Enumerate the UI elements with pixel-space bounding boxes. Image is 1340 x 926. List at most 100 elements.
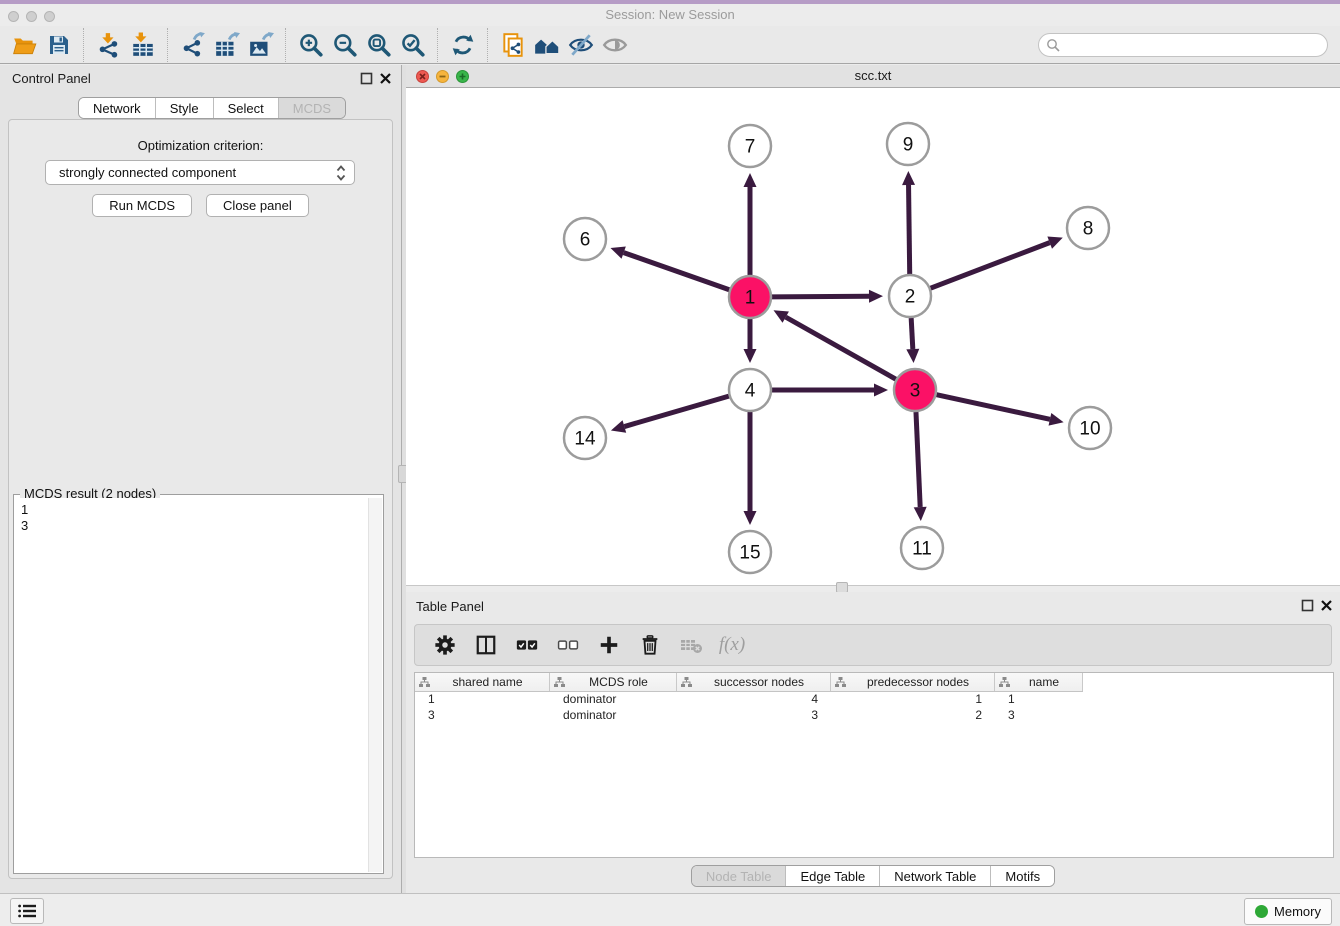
control-panel: Control Panel NetworkStyleSelectMCDS Opt… <box>0 65 401 893</box>
tab-network-table[interactable]: Network Table <box>880 866 991 886</box>
zoom-in-icon[interactable] <box>294 29 328 61</box>
tab-node-table[interactable]: Node Table <box>692 866 787 886</box>
tab-edge-table[interactable]: Edge Table <box>786 866 880 886</box>
criterion-dropdown-value: strongly connected component <box>59 165 236 180</box>
toggle-columns-icon[interactable] <box>474 633 498 657</box>
table-row[interactable]: 1dominator411 <box>415 691 1083 707</box>
column-header-successor-nodes[interactable]: successor nodes <box>677 673 831 691</box>
graph-node-8[interactable]: 8 <box>1067 207 1109 249</box>
edge-2-8[interactable] <box>931 243 1050 289</box>
apply-function-icon[interactable]: f(x) <box>720 633 744 657</box>
zoom-out-icon[interactable] <box>328 29 362 61</box>
deselect-all-icon[interactable] <box>556 633 580 657</box>
close-panel-button[interactable]: Close panel <box>206 194 309 217</box>
optimization-criterion-label: Optimization criterion: <box>9 138 392 153</box>
toolbar-separator <box>167 28 169 62</box>
edge-2-9[interactable] <box>909 185 910 274</box>
delete-column-trash-icon[interactable] <box>638 633 662 657</box>
edge-4-14[interactable] <box>624 396 729 426</box>
graph-node-2[interactable]: 2 <box>889 275 931 317</box>
edge-3-11[interactable] <box>916 412 920 507</box>
table-cell[interactable]: dominator <box>550 691 677 707</box>
graph-node-14[interactable]: 14 <box>564 417 606 459</box>
column-header-predecessor-nodes[interactable]: predecessor nodes <box>831 673 995 691</box>
graph-node-1[interactable]: 1 <box>729 276 771 318</box>
network-minimize-button[interactable] <box>436 70 449 83</box>
edge-3-1[interactable] <box>786 317 896 379</box>
network-close-button[interactable] <box>416 70 429 83</box>
table-cell[interactable]: 3 <box>677 707 831 723</box>
refresh-layout-icon[interactable] <box>446 29 480 61</box>
table-cell[interactable]: 3 <box>415 707 550 723</box>
table-cell[interactable]: 2 <box>831 707 995 723</box>
first-neighbors-icon[interactable] <box>530 29 564 61</box>
tab-style[interactable]: Style <box>156 98 214 118</box>
graph-node-7[interactable]: 7 <box>729 125 771 167</box>
graph-node-9[interactable]: 9 <box>887 123 929 165</box>
edge-1-6[interactable] <box>624 253 730 290</box>
network-window-titlebar[interactable]: scc.txt <box>406 65 1340 88</box>
hierarchy-icon <box>419 677 430 688</box>
network-graph[interactable]: 7 9 6 8 1 2 4 3 14 10 15 11 <box>406 88 1340 585</box>
graph-node-15[interactable]: 15 <box>729 531 771 573</box>
hide-selected-eye-icon[interactable] <box>564 29 598 61</box>
export-table-icon[interactable] <box>210 29 244 61</box>
import-table-icon[interactable] <box>126 29 160 61</box>
edge-2-3[interactable] <box>911 318 913 349</box>
mcds-result-scrollbar[interactable] <box>368 498 382 872</box>
table-cell[interactable]: 1 <box>995 691 1083 707</box>
float-panel-icon[interactable] <box>360 72 373 85</box>
table-cell[interactable]: 1 <box>415 691 550 707</box>
save-session-icon[interactable] <box>42 29 76 61</box>
search-field[interactable] <box>1038 33 1328 57</box>
memory-button[interactable]: Memory <box>1244 898 1332 925</box>
show-all-eye-icon[interactable] <box>598 29 632 61</box>
select-all-icon[interactable] <box>515 633 539 657</box>
tab-network[interactable]: Network <box>79 98 156 118</box>
search-input[interactable] <box>1038 33 1328 57</box>
network-window-bottom-strip <box>406 585 1340 592</box>
graph-node-10[interactable]: 10 <box>1069 407 1111 449</box>
close-table-panel-icon[interactable] <box>1320 599 1333 612</box>
column-header-MCDS-role[interactable]: MCDS role <box>550 673 677 691</box>
edge-1-2[interactable] <box>772 296 869 297</box>
edge-3-10[interactable] <box>936 395 1049 420</box>
run-mcds-button[interactable]: Run MCDS <box>92 194 192 217</box>
table-cell[interactable]: 1 <box>831 691 995 707</box>
graph-node-6[interactable]: 6 <box>564 218 606 260</box>
clone-network-icon[interactable] <box>496 29 530 61</box>
export-image-icon[interactable] <box>244 29 278 61</box>
tab-motifs[interactable]: Motifs <box>991 866 1054 886</box>
criterion-dropdown[interactable]: strongly connected component <box>45 160 355 185</box>
import-network-icon[interactable] <box>92 29 126 61</box>
task-history-button[interactable] <box>10 898 44 924</box>
zoom-fit-icon[interactable] <box>362 29 396 61</box>
zoom-selected-icon[interactable] <box>396 29 430 61</box>
table-cell[interactable]: 4 <box>677 691 831 707</box>
network-zoom-button[interactable] <box>456 70 469 83</box>
column-header-name[interactable]: name <box>995 673 1083 691</box>
delete-table-icon[interactable] <box>679 633 703 657</box>
edge-arrowhead <box>611 420 626 432</box>
table-cell[interactable]: dominator <box>550 707 677 723</box>
tab-select[interactable]: Select <box>214 98 279 118</box>
export-network-icon[interactable] <box>176 29 210 61</box>
open-file-icon[interactable] <box>8 29 42 61</box>
table-row[interactable]: 3dominator323 <box>415 707 1083 723</box>
add-column-icon[interactable] <box>597 633 621 657</box>
graph-node-4[interactable]: 4 <box>729 369 771 411</box>
close-panel-icon[interactable] <box>379 72 392 85</box>
tab-mcds[interactable]: MCDS <box>279 98 345 118</box>
svg-text:15: 15 <box>739 543 760 564</box>
graph-node-11[interactable]: 11 <box>901 527 943 569</box>
control-panel-title: Control Panel <box>12 71 91 86</box>
node-table[interactable]: shared nameMCDS rolesuccessor nodesprede… <box>414 672 1334 858</box>
column-header-shared-name[interactable]: shared name <box>415 673 550 691</box>
settings-gear-icon[interactable] <box>433 633 457 657</box>
edge-arrowhead <box>902 171 915 185</box>
toolbar-separator <box>285 28 287 62</box>
table-cell[interactable]: 3 <box>995 707 1083 723</box>
float-table-panel-icon[interactable] <box>1301 599 1314 612</box>
graph-node-3[interactable]: 3 <box>894 369 936 411</box>
mcds-result-text[interactable]: 1 3 <box>15 498 369 872</box>
